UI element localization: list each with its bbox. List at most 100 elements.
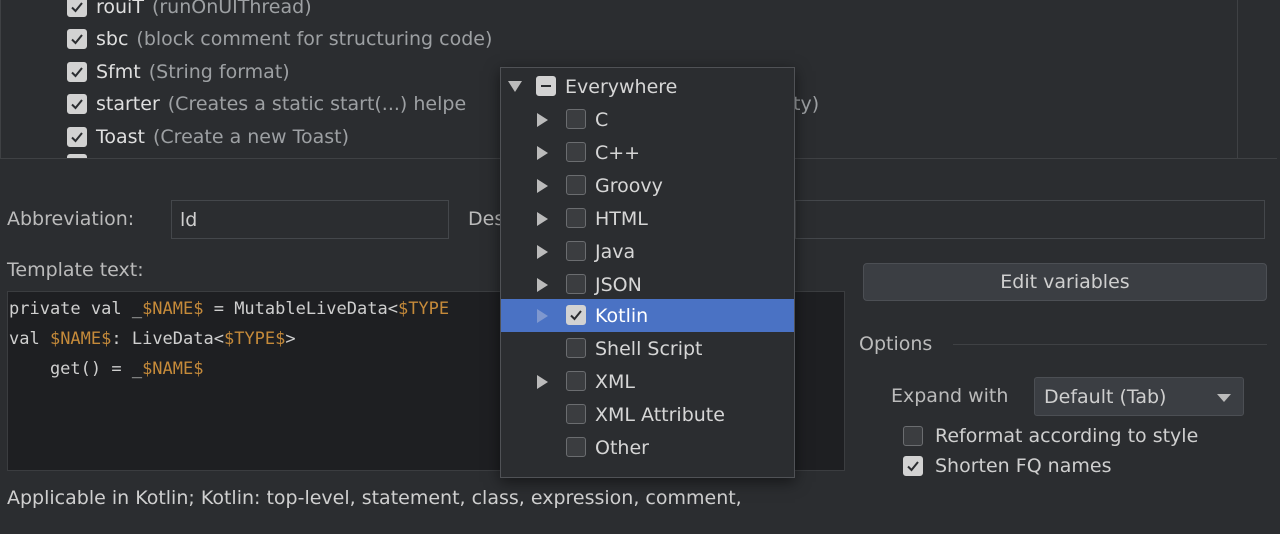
context-popup[interactable]: Everywhere C C++ Groovy HTML Java JSON K… (500, 67, 795, 478)
context-item-label: XML (595, 370, 635, 393)
checkmark-icon (71, 99, 83, 110)
template-text-label: Template text: (7, 259, 144, 281)
context-item-label: C (595, 108, 609, 131)
context-item-label: Shell Script (595, 337, 703, 360)
context-checkbox[interactable] (566, 404, 586, 424)
context-item-label: Java (595, 240, 636, 263)
context-item-xml-attribute[interactable]: XML Attribute (501, 398, 794, 431)
context-checkbox[interactable] (566, 109, 586, 129)
everywhere-checkbox[interactable] (536, 76, 556, 96)
context-item-label: JSON (595, 273, 642, 296)
context-item-c[interactable]: C (501, 103, 794, 136)
checkmark-icon (71, 67, 83, 78)
context-item-label: Kotlin (595, 304, 649, 327)
template-description: (runOnUIThread) (151, 0, 312, 18)
description-input[interactable] (795, 200, 1265, 239)
context-checkbox[interactable] (566, 142, 586, 162)
checkmark-icon (71, 132, 83, 143)
context-item-everywhere[interactable]: Everywhere (501, 70, 794, 103)
expand-right-icon[interactable] (537, 309, 548, 323)
expand-right-icon[interactable] (537, 179, 548, 193)
checkmark-icon (570, 310, 582, 321)
template-description: (Creates a static start(...) helpe (167, 93, 467, 115)
context-checkbox[interactable] (566, 371, 586, 391)
context-checkbox[interactable] (566, 437, 586, 457)
abbreviation-value: ld (180, 208, 198, 231)
description-label: Des (468, 208, 505, 230)
context-item-json[interactable]: JSON (501, 268, 794, 301)
template-abbreviation: sbc (96, 28, 129, 50)
template-checkbox-partial (67, 154, 87, 158)
template-variable: $TYPE$ (223, 329, 286, 349)
template-row-sbc[interactable]: sbc (block comment for structuring code) (67, 24, 492, 54)
template-checkbox[interactable] (67, 29, 87, 49)
template-checkbox[interactable] (67, 62, 87, 82)
options-title: Options (859, 333, 933, 355)
context-checkbox[interactable] (566, 338, 586, 358)
context-item-kotlin[interactable]: Kotlin (501, 299, 794, 332)
context-item-label: Everywhere (565, 75, 678, 98)
template-variable: $NAME$ (142, 299, 204, 319)
expand-with-label: Expand with (891, 385, 1009, 407)
context-item-html[interactable]: HTML (501, 202, 794, 235)
template-variable: $TYPE (397, 299, 450, 319)
expand-down-icon[interactable] (508, 81, 522, 92)
context-item-label: Groovy (595, 174, 663, 197)
template-description: (block comment for structuring code) (136, 28, 493, 50)
applicable-contexts-text: Applicable in Kotlin; Kotlin: top-level,… (7, 487, 742, 509)
context-item-label: Other (595, 436, 649, 459)
shorten-fq-label: Shorten FQ names (935, 455, 1112, 477)
shorten-fq-option[interactable]: Shorten FQ names (903, 454, 1111, 478)
template-abbreviation: rouiT (96, 0, 144, 18)
list-divider (1237, 0, 1238, 158)
expand-right-icon[interactable] (537, 212, 548, 226)
context-checkbox[interactable] (566, 274, 586, 294)
template-checkbox[interactable] (67, 127, 87, 147)
template-description: (String format) (148, 61, 290, 83)
chevron-down-icon (1217, 394, 1231, 402)
context-item-java[interactable]: Java (501, 235, 794, 268)
template-row-starter[interactable]: starter (Creates a static start(...) hel… (67, 89, 466, 119)
expand-with-select[interactable]: Default (Tab) (1034, 377, 1244, 416)
context-item-xml[interactable]: XML (501, 365, 794, 398)
expand-with-value: Default (Tab) (1044, 385, 1167, 408)
template-description: (Create a new Toast) (153, 126, 349, 148)
expand-right-icon[interactable] (537, 146, 548, 160)
context-checkbox[interactable] (566, 241, 586, 261)
template-checkbox[interactable] (67, 0, 87, 17)
context-item-cpp[interactable]: C++ (501, 136, 794, 169)
context-item-groovy[interactable]: Groovy (501, 169, 794, 202)
template-abbreviation: Sfmt (96, 61, 141, 83)
expand-right-icon[interactable] (537, 245, 548, 259)
reformat-checkbox[interactable] (903, 426, 923, 446)
options-separator (953, 344, 1267, 345)
checkmark-icon (71, 34, 83, 45)
context-checkbox[interactable] (566, 305, 586, 325)
template-description-tail: ty) (793, 93, 820, 115)
reformat-label: Reformat according to style (935, 425, 1199, 447)
context-checkbox[interactable] (566, 208, 586, 228)
abbreviation-label: Abbreviation: (7, 208, 135, 230)
context-item-shell-script[interactable]: Shell Script (501, 332, 794, 365)
edit-variables-button[interactable]: Edit variables (863, 263, 1267, 301)
context-checkbox[interactable] (566, 175, 586, 195)
template-row-toast[interactable]: Toast (Create a new Toast) (67, 122, 349, 152)
template-row-sfmt[interactable]: Sfmt (String format) (67, 57, 290, 87)
context-item-label: C++ (595, 141, 641, 164)
edit-variables-label: Edit variables (1000, 271, 1130, 293)
context-item-label: HTML (595, 207, 648, 230)
reformat-option[interactable]: Reformat according to style (903, 424, 1198, 448)
abbreviation-input[interactable]: ld (171, 200, 449, 239)
expand-right-icon[interactable] (537, 278, 548, 292)
expand-right-icon[interactable] (537, 375, 548, 389)
checkmark-icon (71, 2, 83, 13)
template-row-rouit[interactable]: rouiT (runOnUIThread) (67, 0, 312, 22)
checkmark-icon (907, 461, 919, 472)
shorten-fq-checkbox[interactable] (903, 456, 923, 476)
template-abbreviation: starter (96, 93, 160, 115)
context-item-label: XML Attribute (595, 403, 725, 426)
template-checkbox[interactable] (67, 94, 87, 114)
template-variable: $NAME$ (142, 359, 204, 379)
context-item-other[interactable]: Other (501, 431, 794, 464)
expand-right-icon[interactable] (537, 113, 548, 127)
